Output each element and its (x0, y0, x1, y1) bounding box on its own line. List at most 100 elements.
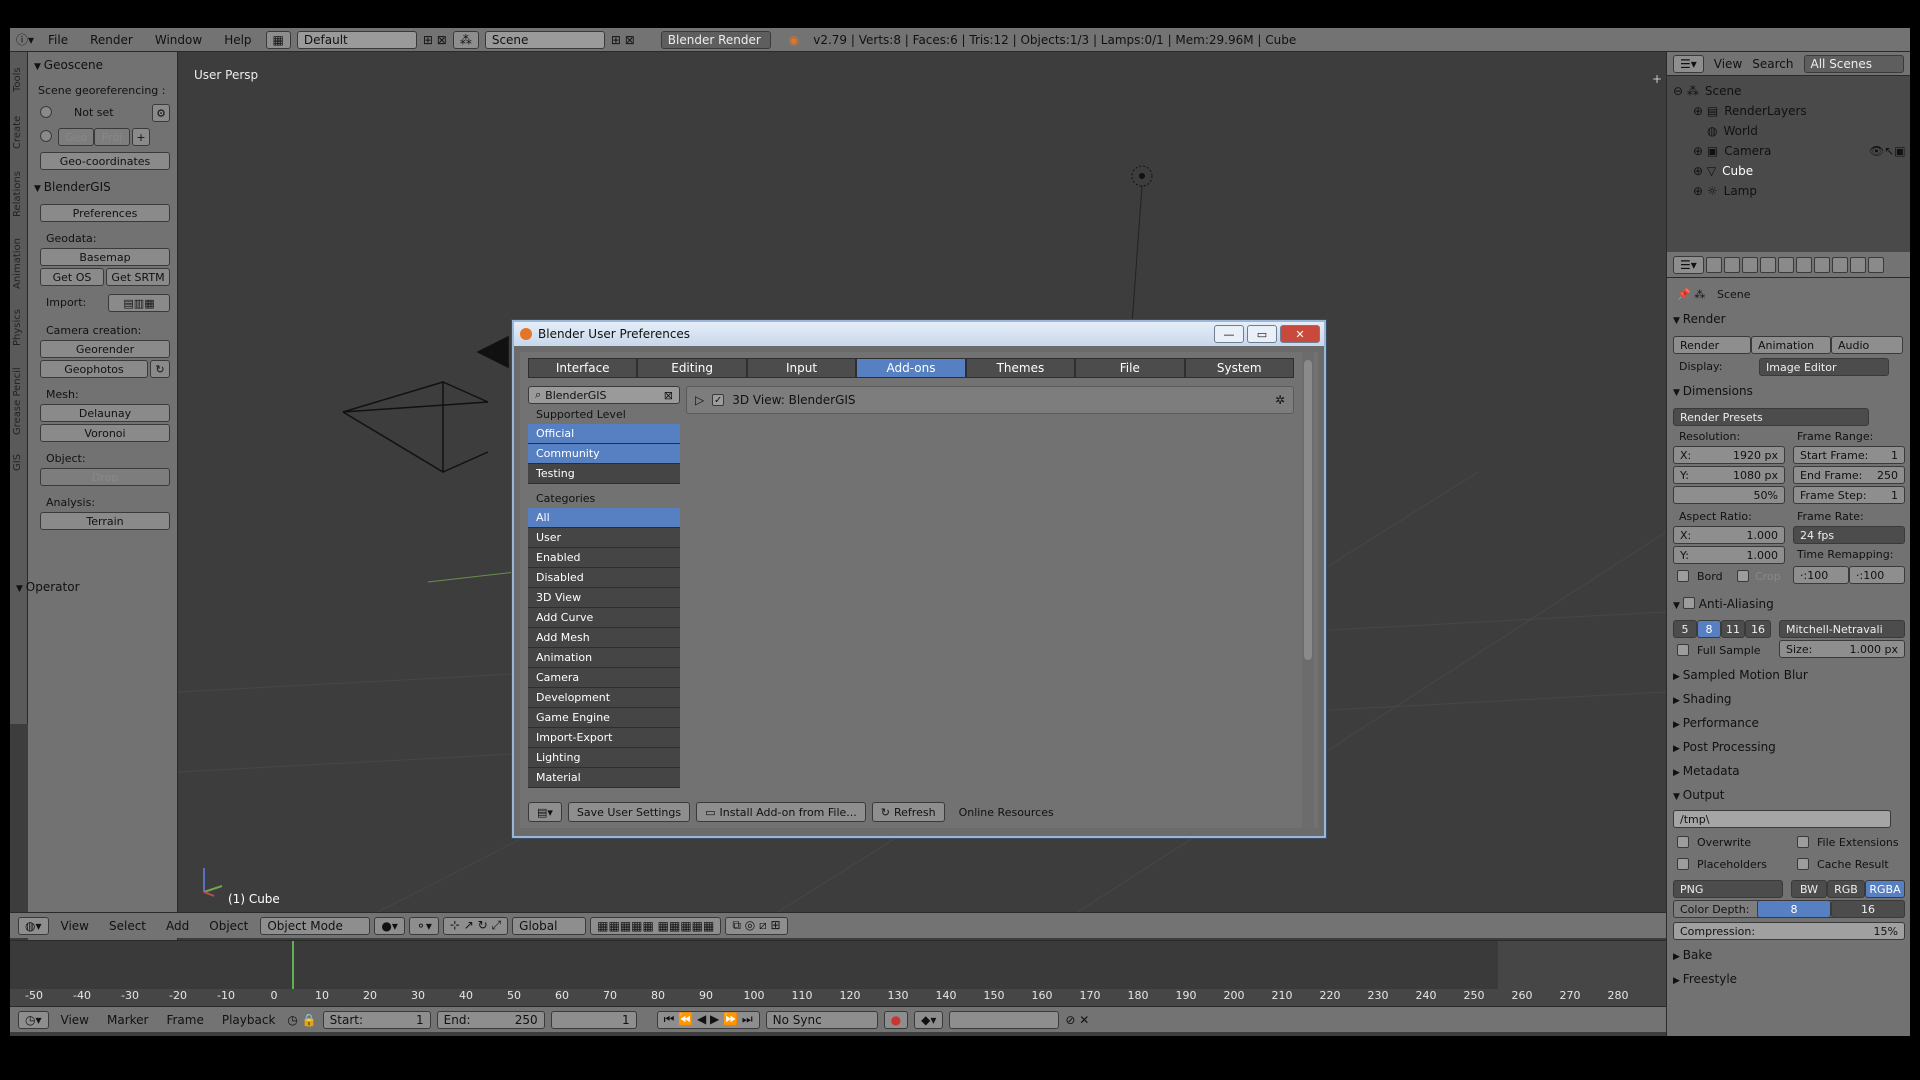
install-addon-button[interactable]: ▭ Install Add-on from File... (696, 802, 866, 822)
fps-select[interactable]: 24 fps (1793, 526, 1905, 544)
tab-relations[interactable]: Relations (12, 164, 26, 224)
menu-view[interactable]: View (55, 1013, 95, 1027)
tab-system[interactable]: System (1184, 358, 1294, 378)
category-import-export[interactable]: Import-Export (528, 728, 680, 748)
menu-select[interactable]: Select (101, 919, 154, 933)
resolution-percent-slider[interactable]: 50% (1673, 486, 1785, 504)
category-all[interactable]: All (528, 508, 680, 528)
addon-enable-checkbox[interactable]: ✓ (712, 394, 725, 406)
tab-grease-pencil[interactable]: Grease Pencil (12, 360, 26, 442)
tab-tools[interactable]: Tools (12, 60, 26, 100)
scrollbar-thumb[interactable] (1304, 360, 1312, 660)
dialog-title-bar[interactable]: Blender User Preferences — ▭ ✕ (514, 322, 1324, 346)
get-srtm-button[interactable]: Get SRTM (106, 268, 170, 286)
file-extensions-checkbox[interactable] (1797, 836, 1809, 848)
category-camera[interactable]: Camera (528, 668, 680, 688)
outliner-filter-select[interactable]: All Scenes (1803, 54, 1904, 73)
delaunay-button[interactable]: Delaunay (40, 404, 170, 422)
menu-add[interactable]: Add (158, 919, 197, 933)
viewport-plus-icon[interactable]: + (1652, 72, 1662, 86)
dimensions-panel-header[interactable]: Dimensions (1673, 384, 1753, 398)
tab-gis[interactable]: GIS (12, 448, 26, 476)
animation-button[interactable]: Animation (1751, 336, 1831, 354)
layer-buttons[interactable]: ▦▦▦▦▦ ▦▦▦▦▦ (590, 916, 722, 935)
clear-search-icon[interactable]: ⊠ (664, 389, 673, 402)
placeholders-checkbox[interactable] (1677, 858, 1689, 870)
add-icon[interactable]: + (132, 128, 150, 146)
data-tab-icon[interactable] (1831, 256, 1848, 273)
metadata-panel-header[interactable]: Metadata (1673, 764, 1740, 778)
import-icons[interactable]: ▤▥▦ (108, 294, 170, 312)
render-panel-header[interactable]: Render (1673, 312, 1726, 326)
keying-set-field[interactable] (949, 1010, 1060, 1029)
geo-coordinates-button[interactable]: Geo-coordinates (40, 152, 170, 170)
color-rgba-button[interactable]: RGBA (1865, 880, 1905, 898)
outliner-row-camera[interactable]: ⊕ ▣ Camera (1693, 142, 1771, 160)
outliner-menu-view[interactable]: View (1714, 57, 1742, 71)
not-set-radio[interactable] (40, 106, 52, 118)
category-enabled[interactable]: Enabled (528, 548, 680, 568)
mode-select[interactable]: Object Mode (260, 916, 371, 935)
outliner-row-scene[interactable]: ⊖ ⁂ Scene (1673, 82, 1742, 100)
outliner-editor-icon[interactable]: ☰▾ (1673, 54, 1704, 73)
display-select[interactable]: Image Editor (1759, 358, 1889, 376)
tab-interface[interactable]: Interface (528, 358, 638, 378)
aa-sample-16[interactable]: 16 (1745, 620, 1771, 638)
geo-button[interactable]: Geo (58, 128, 94, 146)
menu-file[interactable]: File (40, 33, 76, 47)
timeline-editor-icon[interactable]: ◷▾ (18, 1010, 49, 1029)
freestyle-panel-header[interactable]: Freestyle (1673, 972, 1737, 986)
properties-editor-icon[interactable]: ☰▾ (1673, 255, 1704, 274)
info-editor-icon[interactable]: ⓘ▾ (16, 31, 34, 48)
geophotos-button[interactable]: Geophotos (40, 360, 148, 378)
online-resources-link[interactable]: Online Resources (951, 802, 1062, 822)
bake-panel-header[interactable]: Bake (1673, 948, 1713, 962)
scene-add-icon[interactable]: ⊞ ⊠ (611, 33, 635, 47)
timeline[interactable]: -50 -40 -30 -20 -10 0 10 20 30 40 50 60 … (10, 940, 1666, 1006)
refresh-button[interactable]: ↻ Refresh (871, 802, 945, 822)
maximize-icon[interactable]: ▭ (1247, 325, 1277, 343)
render-tab-icon[interactable] (1705, 256, 1722, 273)
modifiers-tab-icon[interactable] (1813, 256, 1830, 273)
render-engine-select[interactable]: Blender Render (660, 30, 771, 49)
refresh-icon[interactable]: ↻ (150, 360, 170, 378)
layout-add-icon[interactable]: ⊞ ⊠ (423, 33, 447, 47)
anti-aliasing-panel-header[interactable]: Anti-Aliasing (1673, 596, 1774, 611)
color-depth-16-button[interactable]: 16 (1831, 900, 1905, 918)
tab-add-ons[interactable]: Add-ons (856, 358, 966, 378)
color-rgb-button[interactable]: RGB (1827, 880, 1865, 898)
menu-frame[interactable]: Frame (160, 1013, 209, 1027)
layout-icon[interactable]: ▦ (265, 30, 291, 49)
outliner-menu-search[interactable]: Search (1752, 57, 1793, 71)
start-frame-field[interactable]: Start Frame: 1 (1793, 446, 1905, 464)
menu-window[interactable]: Window (147, 33, 210, 47)
tab-physics[interactable]: Physics (12, 304, 26, 352)
geo-radio[interactable] (40, 130, 52, 142)
overwrite-checkbox[interactable] (1677, 836, 1689, 848)
shading-select-icon[interactable]: ●▾ (374, 916, 405, 935)
preview-range-icon[interactable]: ◷ 🔒 (287, 1013, 316, 1027)
border-checkbox[interactable] (1677, 570, 1689, 582)
addon-search-input[interactable]: ⌕ BlenderGIS ⊠ (528, 386, 680, 404)
constraints-tab-icon[interactable] (1795, 256, 1812, 273)
minimize-icon[interactable]: — (1214, 325, 1244, 343)
get-os-button[interactable]: Get OS (40, 268, 104, 286)
aa-checkbox[interactable] (1682, 597, 1695, 609)
category-material[interactable]: Material (528, 768, 680, 788)
output-panel-header[interactable]: Output (1673, 788, 1725, 802)
compression-slider[interactable]: Compression: 15% (1673, 922, 1905, 940)
scene-field[interactable]: Scene (484, 30, 605, 49)
audio-button[interactable]: Audio (1831, 336, 1903, 354)
playback-controls[interactable]: ⏮ ⏪ ◀ ▶ ⏩ ⏭ (656, 1010, 760, 1029)
category-3d-view[interactable]: 3D View (528, 588, 680, 608)
category-animation[interactable]: Animation (528, 648, 680, 668)
shading-panel-header[interactable]: Shading (1673, 692, 1732, 706)
tab-editing[interactable]: Editing (637, 358, 747, 378)
category-development[interactable]: Development (528, 688, 680, 708)
level-testing[interactable]: Testing (528, 464, 680, 484)
end-frame-field[interactable]: End: 250 (436, 1010, 545, 1029)
resolution-x-field[interactable]: X: 1920 px (1673, 446, 1785, 464)
start-frame-field[interactable]: Start: 1 (322, 1010, 431, 1029)
tab-animation[interactable]: Animation (12, 232, 26, 296)
close-icon[interactable]: ✕ (1280, 325, 1320, 343)
